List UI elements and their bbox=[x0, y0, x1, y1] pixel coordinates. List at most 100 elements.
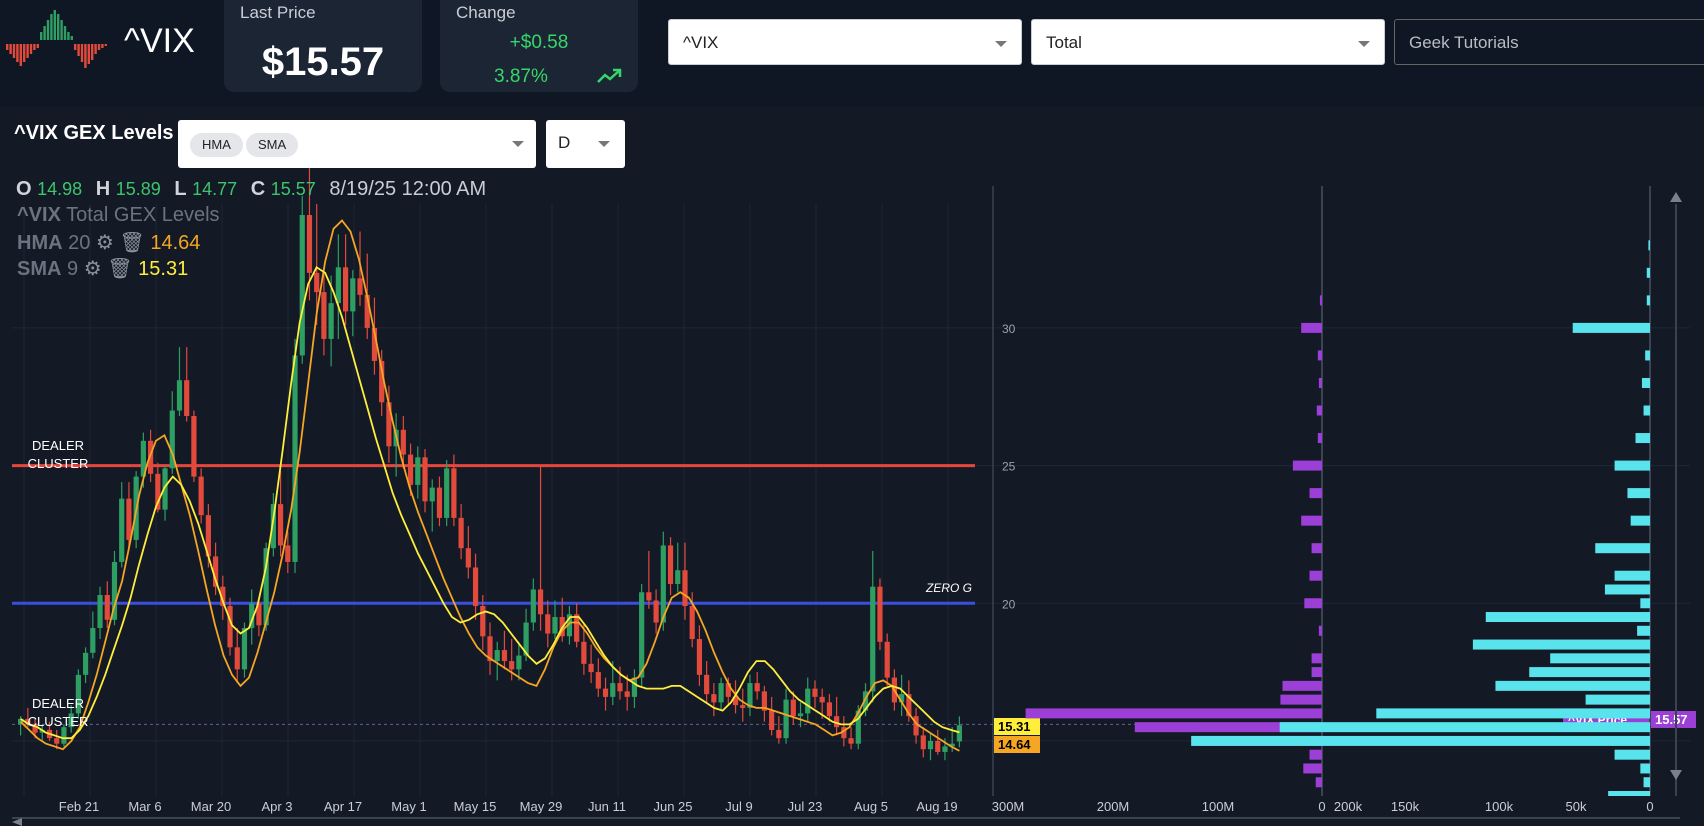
candle-body bbox=[480, 606, 486, 637]
candle-body bbox=[602, 688, 609, 697]
gex-total-bar bbox=[1292, 460, 1322, 471]
gex-total-bar bbox=[1025, 708, 1322, 719]
trash-icon[interactable]: 🗑 bbox=[107, 258, 132, 280]
candle-body bbox=[90, 628, 96, 653]
gex-total-bar bbox=[1282, 680, 1322, 691]
logo-bar bbox=[60, 20, 63, 40]
candle-body bbox=[631, 677, 638, 697]
gex-type-select[interactable]: Total bbox=[1031, 19, 1385, 65]
candle-body bbox=[617, 683, 623, 692]
gex-total-bar bbox=[1319, 295, 1322, 306]
logo-bar bbox=[36, 44, 39, 48]
legend-series-title: ^VIX bbox=[17, 204, 61, 226]
gex-axis-tick-label: 150k bbox=[1391, 799, 1420, 814]
logo-bar bbox=[87, 44, 90, 64]
zero-gamma-label: ZERO G bbox=[925, 581, 972, 595]
close-value: 15.57 bbox=[270, 179, 316, 199]
logo-icon bbox=[6, 10, 107, 68]
candle-body bbox=[624, 691, 630, 697]
gex-axis-tick-label: 50k bbox=[1566, 799, 1587, 814]
candle-body bbox=[935, 740, 941, 752]
candle-body bbox=[400, 429, 406, 455]
gex-total-bar bbox=[1309, 570, 1322, 581]
period-select[interactable]: D bbox=[546, 120, 625, 168]
indicator-select[interactable]: HMA SMA bbox=[178, 120, 536, 168]
candle-body bbox=[458, 517, 464, 549]
candle-body bbox=[465, 548, 471, 568]
x-tick-label: May 29 bbox=[520, 799, 563, 814]
gex-other-bar bbox=[1529, 667, 1650, 678]
candle-body bbox=[429, 487, 435, 502]
candle-body bbox=[653, 600, 659, 623]
gex-other-bar bbox=[1645, 350, 1650, 361]
gex-axis-tick-label: 300M bbox=[992, 799, 1025, 814]
symbol-select[interactable]: ^VIX bbox=[668, 19, 1022, 65]
gex-total-bar bbox=[1304, 598, 1322, 609]
trash-icon[interactable]: 🗑 bbox=[119, 232, 144, 254]
gex-total-bar bbox=[1311, 543, 1322, 554]
logo-bar bbox=[53, 10, 56, 40]
gear-icon[interactable]: ⚙ bbox=[84, 258, 102, 280]
gex-other-bar bbox=[1614, 460, 1650, 471]
candle-body bbox=[574, 614, 580, 642]
candle-body bbox=[581, 641, 587, 664]
logo-bar bbox=[77, 44, 80, 56]
last-price-label: Last Price bbox=[240, 3, 316, 22]
candle-body bbox=[639, 592, 645, 678]
dealer-cluster-label: DEALER bbox=[32, 438, 84, 453]
candle-body bbox=[61, 727, 67, 744]
gex-total-bar bbox=[1318, 377, 1322, 388]
candle-body bbox=[277, 504, 284, 546]
change-percent: 3.87% bbox=[494, 66, 548, 87]
open-label: O bbox=[16, 178, 32, 200]
ohlc-readout: O 14.98 H 15.89 L 14.77 C 15.57 8/19/25 … bbox=[16, 178, 486, 201]
candle-body bbox=[682, 570, 688, 607]
legend-sma-row: SMA 9 ⚙ 🗑 15.31 bbox=[17, 256, 220, 282]
candle-body bbox=[234, 647, 240, 670]
logo-bar bbox=[97, 44, 101, 50]
top-bar: ^VIX Last Price $15.57 Change +$0.58 3.8… bbox=[0, 0, 1704, 102]
candle-body bbox=[920, 735, 926, 750]
chevron-down-icon bbox=[598, 141, 610, 147]
candle-body bbox=[184, 380, 190, 417]
candle-body bbox=[415, 457, 421, 485]
logo-bar bbox=[46, 20, 50, 40]
candle-body bbox=[783, 699, 789, 739]
gex-other-bar bbox=[1485, 612, 1650, 623]
chevron-down-icon bbox=[512, 141, 524, 147]
legend-sma-period: 9 bbox=[67, 258, 79, 280]
gex-type-select-value: Total bbox=[1046, 33, 1082, 52]
candle-body bbox=[711, 694, 717, 703]
gex-other-bar bbox=[1637, 625, 1650, 636]
logo-bar bbox=[101, 44, 104, 48]
indicator-chip-hma[interactable]: HMA bbox=[190, 133, 243, 157]
candle-body bbox=[595, 672, 601, 689]
logo-bar bbox=[6, 44, 9, 50]
candle-body bbox=[877, 586, 883, 642]
period-select-value: D bbox=[558, 133, 571, 152]
gex-other-bar bbox=[1643, 777, 1650, 788]
indicator-chip-sma[interactable]: SMA bbox=[246, 133, 299, 157]
logo-bar bbox=[50, 14, 53, 40]
gex-other-bar bbox=[1643, 405, 1650, 416]
gex-other-bar bbox=[1585, 694, 1650, 705]
gex-axis-tick-label: 100M bbox=[1202, 799, 1235, 814]
legend-series-subtitle: Total GEX Levels bbox=[66, 204, 220, 226]
chart-area[interactable]: 20 25 30 DEALER CLUSTER ZERO G DEALER CLUSTER 15… bbox=[0, 106, 1704, 826]
legend-sma-value: 15.31 bbox=[138, 258, 189, 280]
candle-body bbox=[342, 267, 349, 312]
gear-icon[interactable]: ⚙ bbox=[96, 232, 114, 254]
candle-body bbox=[306, 215, 313, 273]
tutorials-select[interactable]: Geek Tutorials bbox=[1394, 19, 1704, 65]
candle-body bbox=[292, 355, 298, 562]
candle-body bbox=[812, 688, 818, 697]
candle-body bbox=[689, 606, 695, 640]
gex-other-bar bbox=[1279, 722, 1650, 733]
x-tick-label: Jun 11 bbox=[588, 799, 626, 814]
gex-total-bar bbox=[1311, 653, 1322, 664]
y-tick-label: 25 bbox=[1002, 460, 1016, 474]
dealer-cluster-label: DEALER bbox=[32, 696, 84, 711]
gex-axis-tick-label: 0 bbox=[1646, 799, 1653, 814]
sma-price-tag-text: 15.31 bbox=[998, 719, 1031, 734]
candle-body bbox=[805, 688, 811, 714]
